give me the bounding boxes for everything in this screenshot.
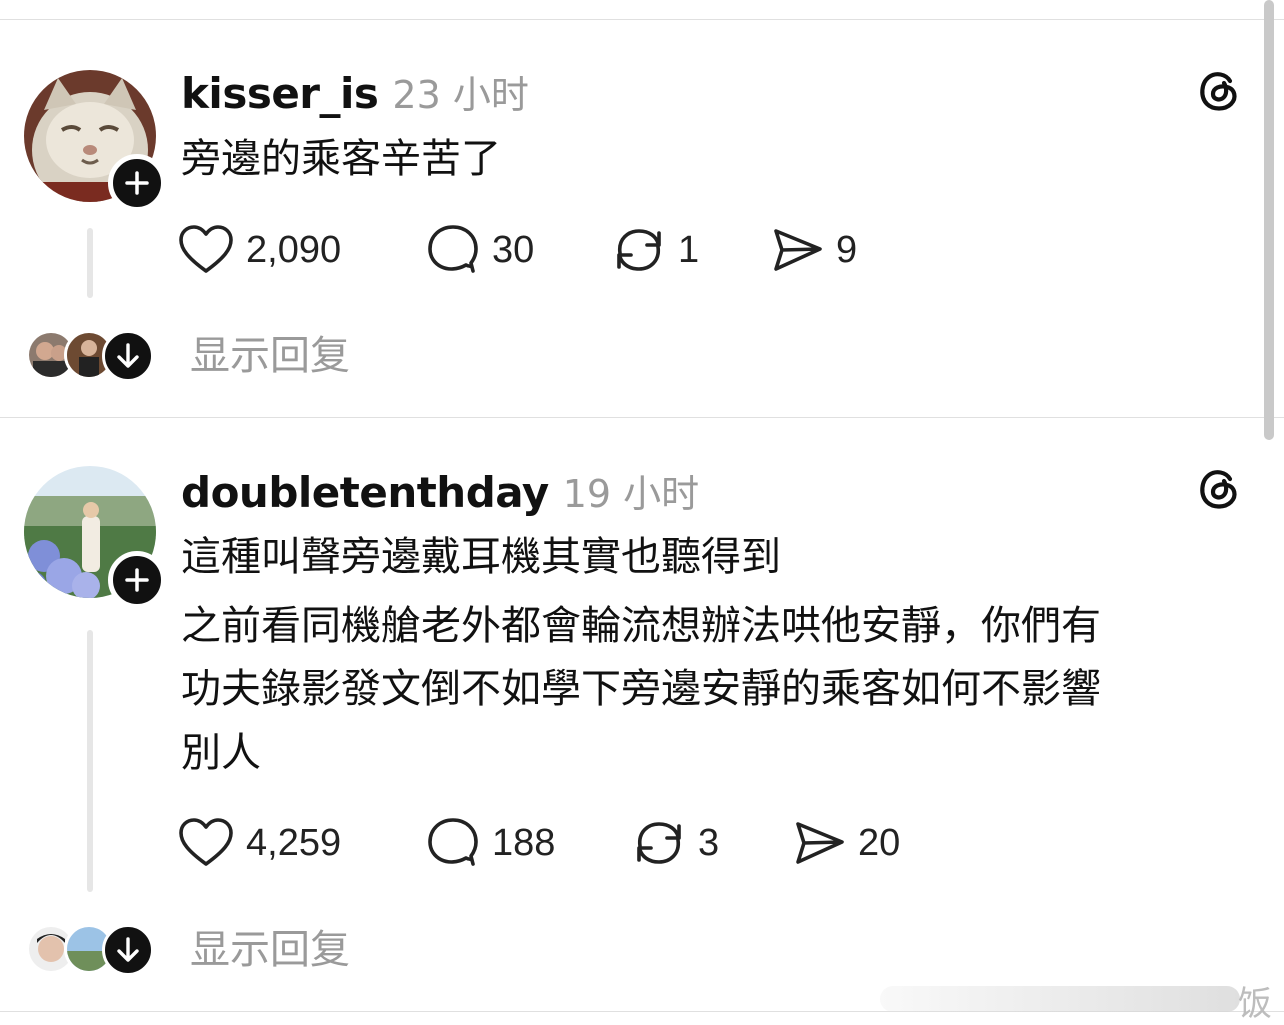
action-bar: 4,259 188 3 20 xyxy=(178,815,938,871)
watermark-bar xyxy=(880,986,1240,1012)
repost-icon xyxy=(637,822,681,864)
like-count: 4,259 xyxy=(246,821,342,864)
comment-count: 188 xyxy=(492,821,556,864)
expand-replies-button[interactable] xyxy=(102,924,154,976)
repost-count: 3 xyxy=(698,821,720,864)
comment-button[interactable]: 188 xyxy=(426,815,555,871)
show-replies-link[interactable]: 显示回复 xyxy=(190,924,350,976)
threads-logo-icon[interactable] xyxy=(1196,464,1244,512)
post-text-line: 之前看同機艙老外都會輪流想辦法哄他安靜，你們有 xyxy=(181,603,1101,649)
watermark: 饭 xyxy=(870,972,1280,1024)
share-count: 20 xyxy=(858,821,901,864)
timestamp: 19 小时 xyxy=(562,472,700,516)
send-icon xyxy=(796,822,844,864)
post-text-line: 別人 xyxy=(181,730,261,776)
arrow-down-icon xyxy=(117,937,139,962)
post-text-line: 這種叫聲旁邊戴耳機其實也聽得到 xyxy=(181,534,781,580)
scrollbar[interactable] xyxy=(1264,0,1274,440)
watermark-text: 饭 xyxy=(1238,984,1272,1024)
repost-button[interactable]: 3 xyxy=(632,815,719,871)
heart-icon xyxy=(179,818,233,866)
post-header: doubletenthday 19 小时 xyxy=(181,463,699,518)
share-button[interactable]: 20 xyxy=(792,815,900,871)
thread-line xyxy=(87,630,93,892)
plus-icon xyxy=(125,568,149,592)
like-button[interactable]: 4,259 xyxy=(178,815,341,871)
post-2: doubletenthday 19 小时 這種叫聲旁邊戴耳機其實也聽得到 之前看… xyxy=(0,0,1284,1025)
username[interactable]: doubletenthday xyxy=(181,468,549,517)
follow-button[interactable] xyxy=(108,551,166,609)
post-text-line: 功夫錄影發文倒不如學下旁邊安靜的乘客如何不影響 xyxy=(181,666,1101,712)
replies-row[interactable]: 显示回复 xyxy=(24,924,424,980)
comment-bubble-icon xyxy=(428,818,478,866)
